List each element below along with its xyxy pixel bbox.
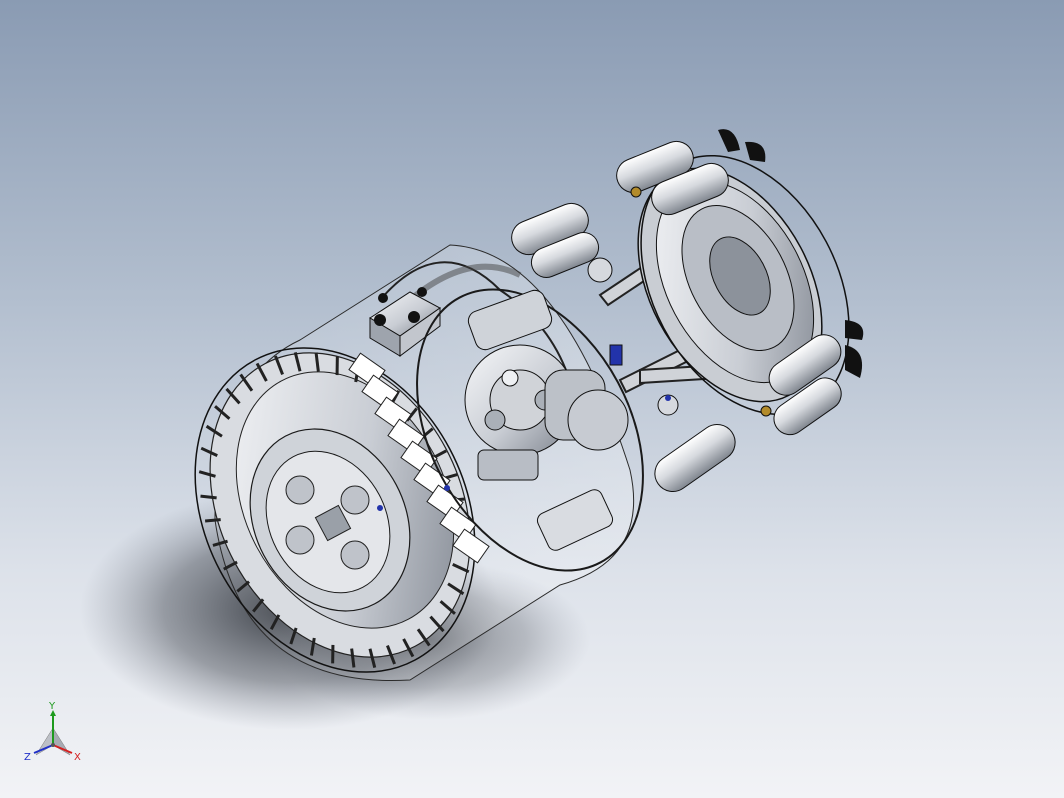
blue-marker (377, 505, 383, 511)
blue-marker (665, 395, 671, 401)
z-axis-label: Z (24, 752, 31, 763)
y-axis-label: Y (48, 701, 56, 712)
core-lower-tanks[interactable] (648, 394, 742, 499)
view-orientation-triad[interactable]: Y X Z (18, 700, 88, 770)
blade-slot (204, 518, 221, 523)
blade-slot (200, 494, 217, 500)
graphics-viewport[interactable]: Y X Z (0, 0, 1064, 798)
blue-marker (444, 485, 450, 491)
x-axis-label: X (74, 752, 81, 763)
assembly-model[interactable] (0, 0, 1064, 798)
core-upper-tanks[interactable] (507, 198, 613, 283)
